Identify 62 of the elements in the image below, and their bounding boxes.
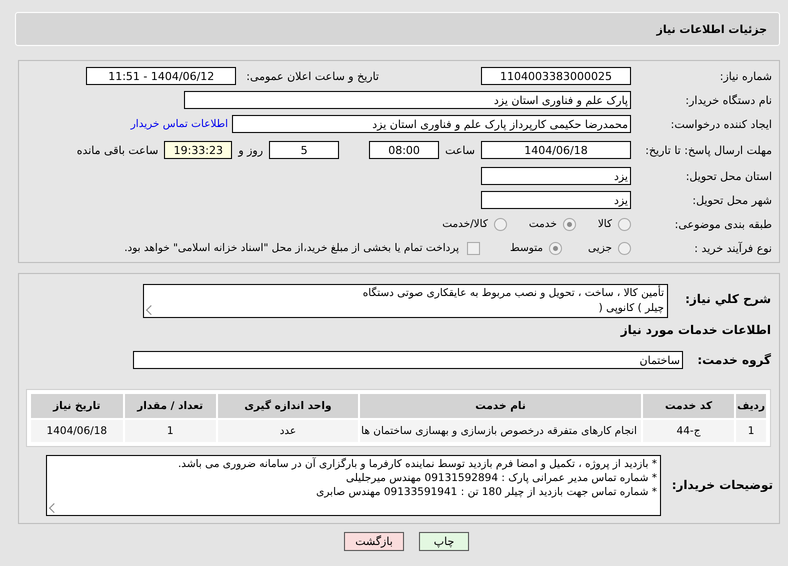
field-label: شماره نیاز: — [718, 70, 773, 82]
option-label: جزیی — [588, 242, 612, 254]
text-field[interactable]: 19:33:23 — [164, 141, 232, 159]
radio-button[interactable] — [562, 218, 576, 230]
notes-box[interactable] — [46, 454, 661, 516]
field-label: تاریخ و ساعت اعلان عمومی: — [246, 70, 379, 82]
option-label: کالا/خدمت — [442, 218, 488, 230]
table-cell: 1 — [124, 420, 216, 442]
table-cell: عدد — [218, 420, 358, 442]
text-field[interactable]: ساختمان — [133, 351, 683, 369]
page-title: جزئیات اطلاعات نیاز — [656, 22, 767, 36]
text-field[interactable]: 1104003383000025 — [481, 67, 631, 85]
field-label: ساعت — [444, 144, 476, 156]
text-line: * شماره تماس مدیر عمرانی پارک : 09131592894 مهندس میرجلیلی — [344, 470, 657, 484]
table-cell: 1404/06/18 — [31, 420, 123, 442]
back-button[interactable]: بازگشت — [344, 532, 404, 551]
text-field[interactable]: 08:00 — [369, 141, 440, 159]
text-line: * شماره تماس جهت بازدید از چیلر 180 تن : 09133591941 مهندس صابری — [315, 484, 657, 498]
text-field[interactable]: 1404/06/18 — [481, 141, 631, 159]
option-label: خدمت — [528, 218, 557, 230]
print-button[interactable]: چاپ — [419, 532, 469, 551]
text-line: چیلر ) کانوپی ( — [598, 301, 664, 316]
table-cell: ج-44 — [642, 420, 734, 442]
text-field[interactable]: 5 — [269, 141, 340, 159]
section-heading: اطلاعات خدمات مورد نیاز — [619, 323, 772, 339]
option-label: متوسط — [510, 242, 544, 254]
checkbox[interactable] — [467, 242, 480, 254]
description-box[interactable]: تأمین کالا ، ساخت ، تحویل و نصب مربوط به عایقکاری صوتی دستگاه چیلر ) کانوپی ( — [143, 284, 668, 318]
column-header: نام خدمت — [360, 394, 641, 418]
column-header: تعداد / مقدار — [124, 394, 216, 418]
column-header: تاریخ نیاز — [31, 394, 123, 418]
text-field[interactable]: 1404/06/12 - 11:51 — [86, 67, 236, 85]
field-label: ساعت باقی مانده — [76, 144, 160, 156]
text-field[interactable]: یزد — [481, 167, 631, 185]
field-label: نوع فرآیند خرید : — [693, 242, 773, 254]
text-line: * بازدید از پروژه ، تکمیل و امضا فرم بازدید توسط نماینده کارفرما و بارگزاری آن در سامانه ضروری می باشد. — [176, 456, 657, 470]
radio-button[interactable] — [618, 218, 631, 230]
field-label: ایجاد کننده درخواست: — [670, 118, 773, 130]
option-label: کالا — [598, 218, 612, 230]
text-field[interactable]: پارک علم و فناوری استان یزد — [184, 91, 631, 109]
radio-button[interactable] — [618, 242, 631, 254]
field-label: طبقه بندی موضوعی: — [674, 218, 773, 230]
field-label: روز و — [236, 144, 264, 156]
text-field[interactable]: محمدرضا حکیمی کارپرداز پارک علم و فناوری استان یزد — [232, 115, 631, 133]
field-label: استان محل تحویل: — [684, 170, 773, 182]
text-line: تأمین کالا ، ساخت ، تحویل و نصب مربوط به عایقکاری صوتی دستگاه — [362, 286, 664, 301]
table-cell: 1 — [736, 420, 766, 442]
field-label: گروه خدمت: — [696, 353, 772, 367]
field-label: مهلت ارسال پاسخ: تا تاریخ: — [644, 144, 773, 156]
field-label: شهر محل تحویل: — [691, 194, 773, 206]
column-header: واحد اندازه گیری — [218, 394, 358, 418]
contact-link[interactable]: اطلاعات تماس خریدار — [130, 118, 228, 130]
field-label: نام دستگاه خریدار: — [684, 94, 773, 106]
column-header: ردیف — [736, 394, 766, 418]
treasury-note: پرداخت تمام یا بخشی از مبلغ خرید،از محل "اسناد خزانه اسلامی" خواهد بود. — [124, 242, 460, 254]
field-label: توضیحات خریدار: — [670, 478, 774, 492]
radio-button[interactable] — [549, 242, 562, 254]
field-label: شرح کلي نياز: — [684, 291, 772, 306]
text-field[interactable]: یزد — [481, 191, 631, 209]
column-header: کد خدمت — [642, 394, 734, 418]
radio-button[interactable] — [494, 218, 507, 230]
table-cell: انجام کارهای متفرقه درخصوص بازسازی و بهسازی ساختمان ها — [360, 420, 641, 442]
